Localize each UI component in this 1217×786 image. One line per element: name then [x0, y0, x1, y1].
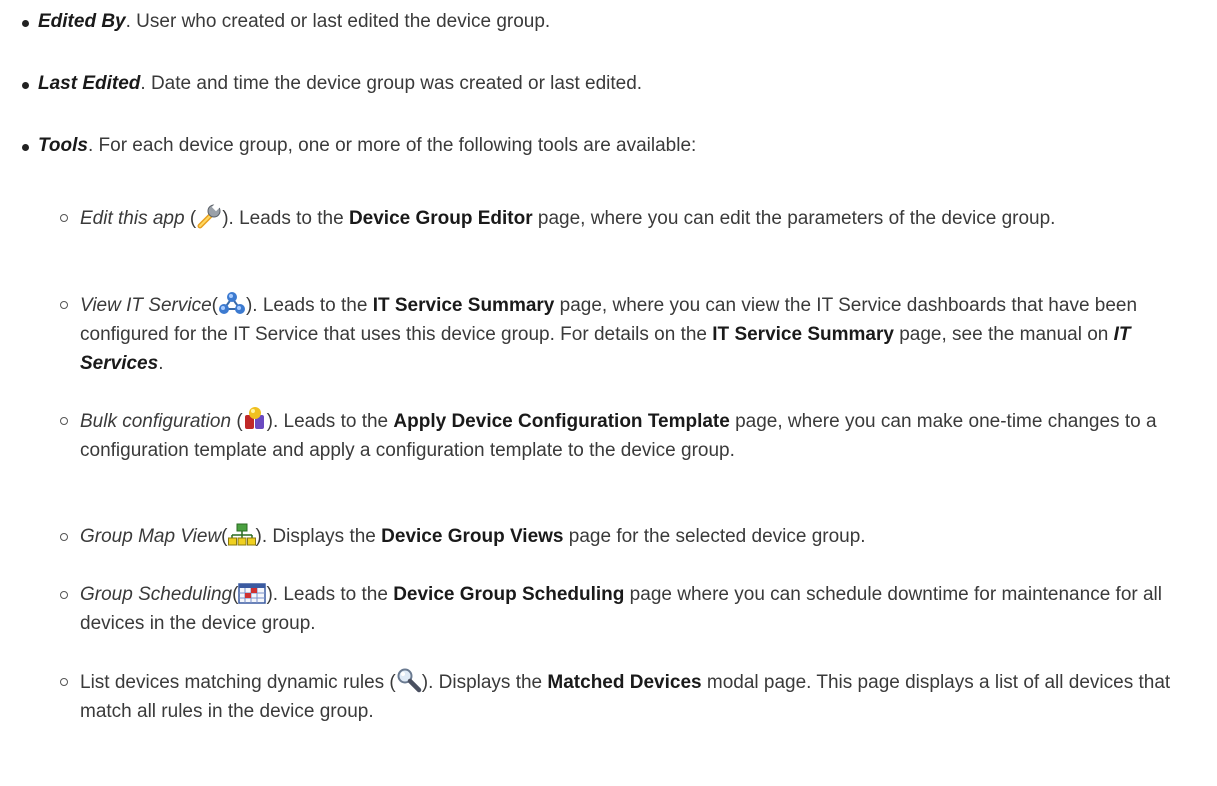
tool-item-list-devices-matching: List devices matching dynamic rules (). … — [60, 667, 1190, 726]
desc-last-edited: . Date and time the device group was cre… — [140, 73, 643, 94]
term-tools: Tools — [38, 135, 88, 156]
wrench-icon — [196, 203, 222, 229]
tool-name: Bulk configuration — [80, 411, 232, 432]
tool-name: Group Scheduling — [80, 584, 233, 605]
tool-name: List devices matching dynamic rules — [80, 672, 385, 693]
calendar-icon — [238, 583, 267, 605]
ref-device-group-editor: Device Group Editor — [348, 208, 533, 229]
bullet-dot — [22, 20, 29, 27]
tool-name: View IT Service — [80, 295, 212, 316]
bullet-ring — [60, 301, 68, 309]
ref-device-group-views: Device Group Views — [381, 526, 564, 547]
tool-name: Group Map View — [80, 526, 222, 547]
bullet-ring — [60, 214, 68, 222]
tool-name: Edit this app — [80, 208, 185, 229]
ref-device-group-scheduling: Device Group Scheduling — [393, 584, 625, 605]
tool-item-bulk-configuration: Bulk configuration (). Leads to the Appl… — [60, 406, 1190, 465]
term-last-edited: Last Edited — [38, 73, 141, 94]
ref-matched-devices: Matched Devices — [547, 672, 702, 693]
desc-edited-by: . User who created or last edited the de… — [125, 11, 551, 32]
tool-item-edit-app: Edit this app (). Leads to the Device Gr… — [60, 203, 1190, 233]
it-service-icon — [218, 290, 246, 316]
list-item-tools: Tools. For each device group, one or mor… — [22, 132, 1192, 160]
bullet-ring — [60, 533, 68, 541]
list-item-edited-by: Edited By. User who created or last edit… — [22, 8, 1192, 36]
bullet-dot — [22, 82, 29, 89]
bullet-ring — [60, 678, 68, 686]
bullet-ring — [60, 417, 68, 425]
bulk-config-icon — [243, 406, 267, 432]
ref-it-service-summary: IT Service Summary — [372, 295, 555, 316]
bullet-ring — [60, 591, 68, 599]
magnifier-icon — [396, 667, 422, 693]
bullet-dot — [22, 144, 29, 151]
document-page: Edited By. User who created or last edit… — [0, 0, 1217, 786]
tool-item-group-map-view: Group Map View(). Displays the Device Gr… — [60, 522, 1190, 551]
tool-item-group-scheduling: Group Scheduling(). Leads to the Device … — [60, 580, 1190, 638]
group-map-icon — [227, 523, 256, 547]
ref-apply-device-config-template: Apply Device Configuration Template — [393, 411, 730, 432]
term-edited-by: Edited By — [38, 11, 126, 32]
desc-tools: . For each device group, one or more of … — [87, 135, 697, 156]
list-item-last-edited: Last Edited. Date and time the device gr… — [22, 70, 1192, 98]
tool-item-view-it-service: View IT Service(). Leads to the IT Servi… — [60, 290, 1190, 378]
ref-it-service-summary-2: IT Service Summary — [712, 324, 894, 345]
